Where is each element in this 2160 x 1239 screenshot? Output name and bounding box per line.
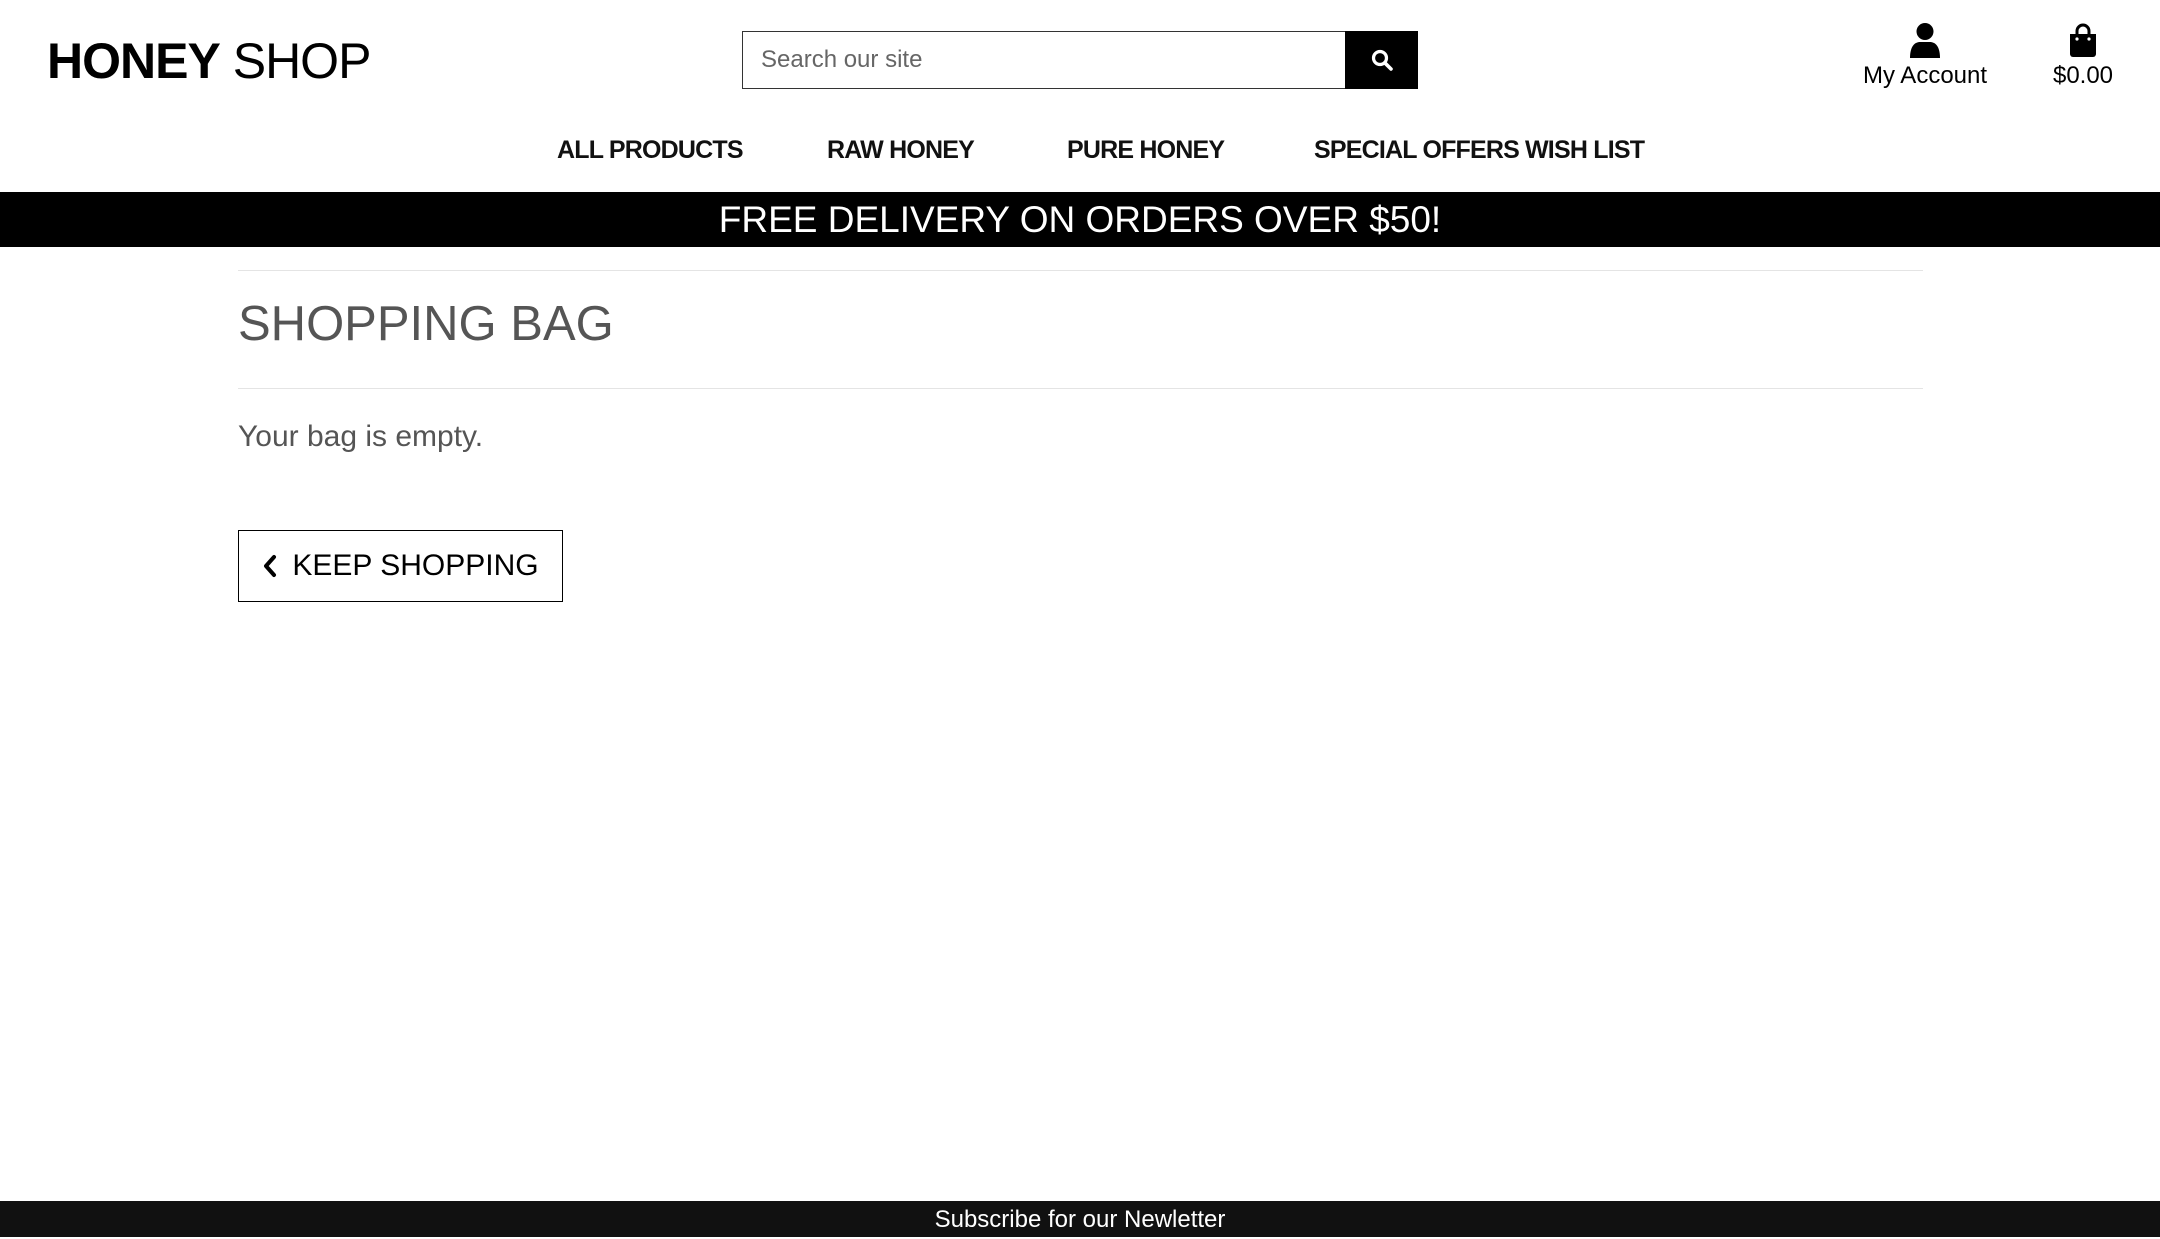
divider-bottom [238, 388, 1923, 389]
nav-wish-list[interactable]: WISH LIST [1525, 134, 1645, 166]
search-button[interactable] [1345, 31, 1418, 89]
my-account-link[interactable]: My Account [1858, 22, 1992, 90]
search-icon [1371, 49, 1393, 71]
logo-bold-text: HONEY [47, 33, 221, 89]
chevron-left-icon [264, 555, 277, 577]
nav-special-offers[interactable]: SPECIAL OFFERS [1314, 134, 1520, 166]
nav-all-products[interactable]: ALL PRODUCTS [557, 134, 744, 166]
nav-pure-honey[interactable]: PURE HONEY [1067, 134, 1225, 166]
keep-shopping-button[interactable]: KEEP SHOPPING [238, 530, 563, 602]
site-logo[interactable]: HONEY SHOP [47, 30, 372, 92]
empty-bag-message: Your bag is empty. [238, 420, 484, 453]
search-input[interactable] [742, 31, 1345, 89]
newsletter-label: Subscribe for our Newletter [934, 1206, 1226, 1233]
shopping-bag-icon [2070, 23, 2096, 57]
newsletter-footer[interactable]: Subscribe for our Newletter [0, 1201, 2160, 1237]
keep-shopping-label: KEEP SHOPPING [292, 549, 539, 582]
page-title: SHOPPING BAG [238, 297, 614, 351]
bag-total: $0.00 [2052, 62, 2114, 89]
shopping-bag-link[interactable]: $0.00 [2040, 22, 2126, 90]
my-account-label: My Account [1862, 62, 1988, 89]
logo-light-text: SHOP [232, 33, 372, 89]
divider-top [238, 270, 1923, 271]
delivery-banner: FREE DELIVERY ON ORDERS OVER $50! [0, 192, 2160, 247]
search-form [742, 31, 1418, 89]
user-icon [1910, 23, 1940, 58]
nav-raw-honey[interactable]: RAW HONEY [827, 134, 975, 166]
